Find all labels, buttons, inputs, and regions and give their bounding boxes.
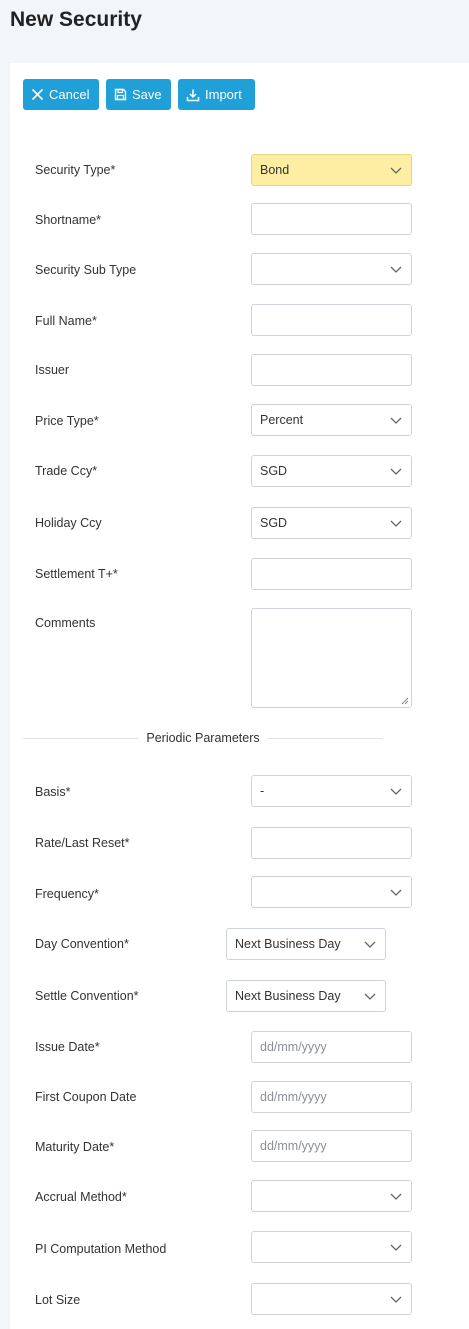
save-label: Save	[132, 87, 162, 102]
lot-size-label: Lot Size	[35, 1293, 81, 1307]
full-name-input[interactable]	[251, 304, 412, 336]
day-convention-label: Day Convention*	[35, 937, 129, 951]
rate-last-reset-input[interactable]	[251, 827, 412, 859]
save-button[interactable]: Save	[106, 79, 171, 110]
shortname-input[interactable]	[251, 203, 412, 235]
chevron-down-icon	[390, 417, 402, 424]
settle-convention-label: Settle Convention*	[35, 989, 139, 1003]
chevron-down-icon	[390, 788, 402, 795]
rate-last-reset-label: Rate/Last Reset*	[35, 836, 130, 850]
security-sub-type-select[interactable]	[251, 253, 412, 285]
issue-date-label: Issue Date*	[35, 1040, 100, 1054]
chevron-down-icon	[390, 266, 402, 273]
security-type-value: Bond	[260, 163, 290, 177]
settlement-input[interactable]	[251, 558, 412, 590]
chevron-down-icon	[390, 1193, 402, 1200]
floppy-disk-icon	[114, 88, 127, 101]
accrual-method-select[interactable]	[251, 1180, 412, 1212]
chevron-down-icon	[390, 468, 402, 475]
chevron-down-icon	[364, 941, 376, 948]
trade-ccy-select[interactable]: SGD	[251, 455, 412, 487]
accrual-method-label: Accrual Method*	[35, 1190, 127, 1204]
lot-size-select[interactable]	[251, 1283, 412, 1315]
comments-label: Comments	[35, 616, 96, 630]
trade-ccy-label: Trade Ccy*	[35, 464, 98, 478]
page-title: New Security	[10, 8, 142, 31]
download-icon	[186, 89, 200, 101]
import-label: Import	[205, 87, 242, 102]
close-icon	[31, 88, 44, 101]
first-coupon-date-placeholder: dd/mm/yyyy	[260, 1090, 327, 1104]
issuer-label: Issuer	[35, 363, 70, 377]
maturity-date-input[interactable]: dd/mm/yyyy	[251, 1130, 412, 1162]
chevron-down-icon	[390, 1244, 402, 1251]
holiday-ccy-label: Holiday Ccy	[35, 516, 102, 530]
maturity-date-label: Maturity Date*	[35, 1140, 115, 1154]
pi-computation-method-select[interactable]	[251, 1231, 412, 1263]
first-coupon-date-input[interactable]: dd/mm/yyyy	[251, 1081, 412, 1113]
price-type-select[interactable]: Percent	[251, 404, 412, 436]
issuer-input[interactable]	[251, 354, 412, 386]
resize-grip-icon[interactable]	[401, 697, 409, 705]
day-convention-select[interactable]: Next Business Day	[226, 928, 386, 960]
first-coupon-date-label: First Coupon Date	[35, 1090, 137, 1104]
maturity-date-placeholder: dd/mm/yyyy	[260, 1139, 327, 1153]
holiday-ccy-select[interactable]: SGD	[251, 507, 412, 539]
chevron-down-icon	[390, 1296, 402, 1303]
section-title: Periodic Parameters	[138, 731, 268, 745]
security-sub-type-label: Security Sub Type	[35, 263, 137, 277]
settle-convention-value: Next Business Day	[235, 989, 341, 1003]
price-type-value: Percent	[260, 413, 304, 427]
price-type-label: Price Type*	[35, 414, 99, 428]
basis-value: -	[260, 784, 265, 798]
security-type-label: Security Type*	[35, 163, 116, 177]
cancel-label: Cancel	[49, 87, 90, 102]
full-name-label: Full Name*	[35, 314, 97, 328]
day-convention-value: Next Business Day	[235, 937, 341, 951]
frequency-label: Frequency*	[35, 887, 99, 901]
trade-ccy-value: SGD	[260, 464, 288, 478]
section-title-wrap: Periodic Parameters	[10, 731, 396, 745]
pi-computation-method-label: PI Computation Method	[35, 1242, 167, 1256]
chevron-down-icon	[390, 889, 402, 896]
chevron-down-icon	[390, 520, 402, 527]
security-type-select[interactable]: Bond	[251, 154, 412, 186]
comments-textarea[interactable]	[251, 608, 412, 708]
frequency-select[interactable]	[251, 876, 412, 908]
issue-date-input[interactable]: dd/mm/yyyy	[251, 1031, 412, 1063]
basis-select[interactable]: -	[251, 775, 412, 807]
settle-convention-select[interactable]: Next Business Day	[226, 980, 386, 1012]
basis-label: Basis*	[35, 785, 71, 799]
chevron-down-icon	[364, 993, 376, 1000]
shortname-label: Shortname*	[35, 213, 102, 227]
cancel-button[interactable]: Cancel	[23, 79, 99, 110]
import-button[interactable]: Import	[178, 79, 255, 110]
issue-date-placeholder: dd/mm/yyyy	[260, 1040, 327, 1054]
holiday-ccy-value: SGD	[260, 516, 288, 530]
settlement-label: Settlement T+*	[35, 567, 118, 581]
chevron-down-icon	[390, 167, 402, 174]
form-panel: Cancel Save Import Security Type* Bond S…	[10, 63, 469, 1329]
